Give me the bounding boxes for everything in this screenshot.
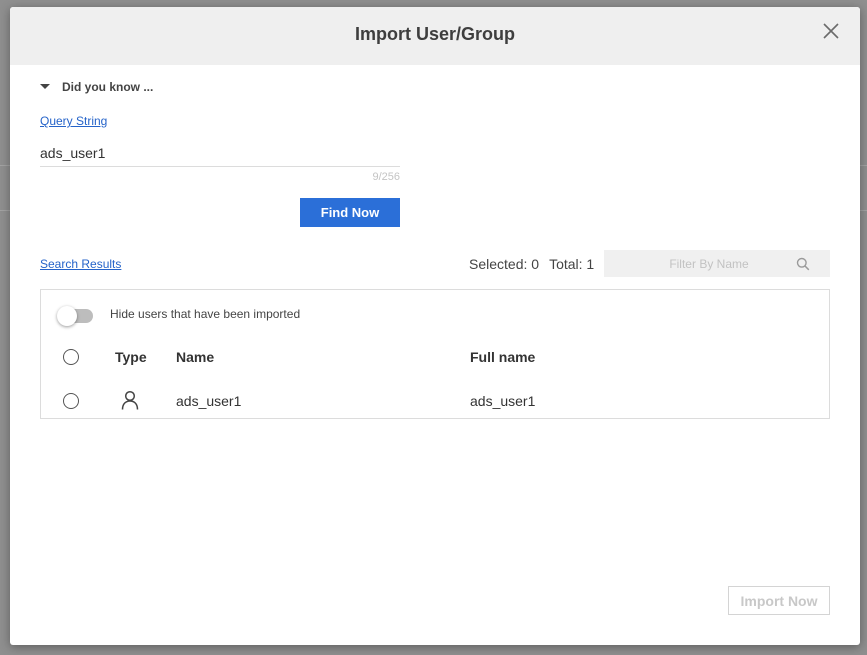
row-select-radio[interactable] <box>63 393 79 409</box>
dialog-title: Import User/Group <box>354 24 515 44</box>
selected-count: Selected: 0 <box>469 256 540 272</box>
selection-summary: Selected: 0 Total: 1 <box>469 256 594 272</box>
total-count: Total: 1 <box>549 256 595 272</box>
toggle-knob <box>57 306 77 326</box>
character-counter: 9/256 <box>372 171 400 183</box>
filter-box <box>604 250 830 277</box>
import-user-group-dialog: Import User/Group Did you know ... Query… <box>10 7 860 645</box>
search-results-label: Search Results <box>40 257 122 271</box>
find-now-button[interactable]: Find Now <box>300 198 400 227</box>
column-header-name[interactable]: Name <box>176 349 214 365</box>
query-string-label: Query String <box>40 114 108 128</box>
import-now-button[interactable]: Import Now <box>728 586 830 615</box>
filter-by-name-input[interactable] <box>604 250 798 277</box>
select-all-radio[interactable] <box>63 349 79 365</box>
query-string-input[interactable] <box>40 139 400 167</box>
search-results-panel: Hide users that have been imported Type … <box>40 289 830 419</box>
row-name: ads_user1 <box>176 393 242 409</box>
close-icon[interactable] <box>822 22 840 40</box>
did-you-know-toggle[interactable]: Did you know ... <box>40 80 153 94</box>
hide-imported-label: Hide users that have been imported <box>110 307 301 321</box>
caret-down-icon <box>40 84 50 89</box>
column-header-full-name[interactable]: Full name <box>470 349 535 365</box>
user-icon <box>120 390 140 410</box>
did-you-know-label: Did you know ... <box>62 80 154 94</box>
row-full-name: ads_user1 <box>470 393 536 409</box>
search-icon[interactable] <box>796 257 810 271</box>
dialog-header: Import User/Group <box>10 7 860 65</box>
hide-imported-toggle[interactable] <box>57 306 95 326</box>
column-header-type[interactable]: Type <box>115 349 147 365</box>
